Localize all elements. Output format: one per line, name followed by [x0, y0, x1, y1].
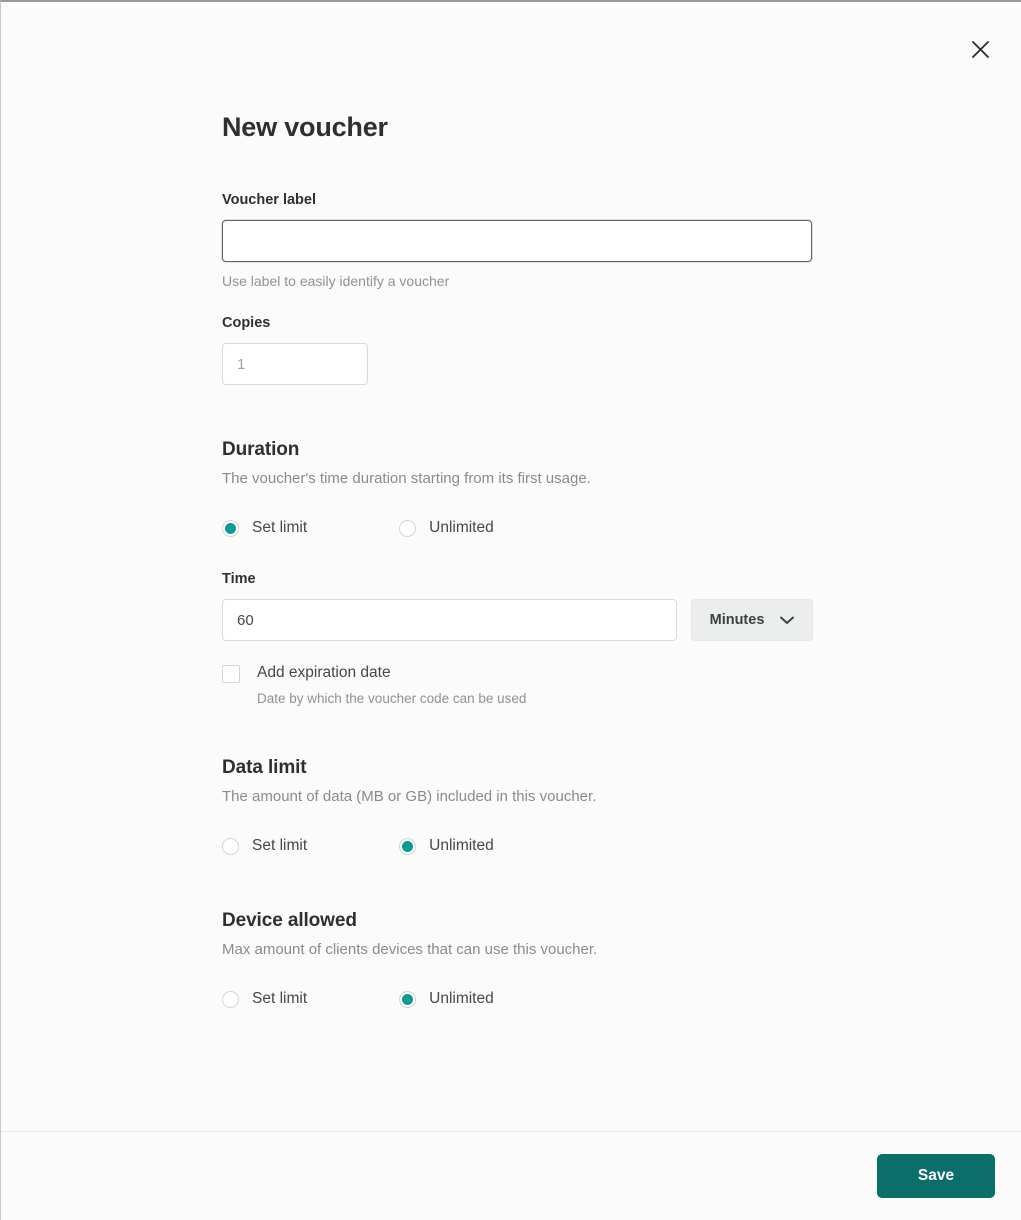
- data-limit-option-unlimited-label: Unlimited: [429, 837, 494, 854]
- time-input[interactable]: [222, 599, 677, 641]
- duration-option-set-limit[interactable]: Set limit: [222, 518, 307, 538]
- data-limit-title: Data limit: [222, 757, 307, 778]
- device-allowed-description: Max amount of clients devices that can u…: [222, 941, 598, 958]
- duration-option-set-limit-label: Set limit: [252, 519, 308, 536]
- voucher-label-input[interactable]: [222, 220, 812, 262]
- radio-icon-empty[interactable]: [222, 837, 239, 855]
- data-limit-option-unlimited[interactable]: Unlimited: [399, 836, 494, 856]
- time-caption: Time: [222, 571, 256, 587]
- dialog-footer: Save: [1, 1131, 1021, 1220]
- radio-icon-selected[interactable]: [399, 837, 417, 855]
- duration-title: Duration: [222, 439, 300, 460]
- device-allowed-radio-group: Set limit Unlimited: [222, 989, 862, 1009]
- time-field: Time Minutes: [222, 570, 862, 708]
- duration-radio-group: Set limit Unlimited: [222, 518, 862, 538]
- expiration-date-help: Date by which the voucher code can be us…: [257, 691, 527, 706]
- radio-icon-empty[interactable]: [399, 519, 417, 537]
- radio-icon-selected[interactable]: [222, 519, 239, 537]
- save-button[interactable]: Save: [877, 1154, 995, 1198]
- expiration-date-label: Add expiration date: [257, 664, 391, 681]
- close-button[interactable]: [963, 32, 997, 66]
- copies-input[interactable]: [222, 343, 368, 385]
- device-allowed-section: Device allowed Max amount of clients dev…: [222, 908, 862, 1009]
- expiration-date-checkbox[interactable]: [222, 665, 240, 683]
- time-unit-select[interactable]: Minutes: [691, 599, 813, 641]
- time-unit-value: Minutes: [709, 612, 765, 628]
- device-allowed-option-unlimited[interactable]: Unlimited: [399, 989, 494, 1009]
- radio-icon-empty[interactable]: [222, 990, 239, 1008]
- chevron-down-icon: [780, 616, 795, 625]
- voucher-label-caption: Voucher label: [222, 192, 317, 208]
- expiration-date-text: Add expiration date Date by which the vo…: [257, 663, 526, 708]
- device-allowed-option-unlimited-label: Unlimited: [429, 990, 494, 1007]
- device-allowed-option-set-limit[interactable]: Set limit: [222, 989, 307, 1009]
- close-icon: [971, 40, 990, 59]
- copies-caption: Copies: [222, 315, 271, 331]
- dialog-body: New voucher Voucher label Use label to e…: [1, 2, 1021, 1131]
- data-limit-radio-group: Set limit Unlimited: [222, 836, 862, 856]
- device-allowed-title: Device allowed: [222, 910, 357, 931]
- expiration-date-row[interactable]: Add expiration date Date by which the vo…: [222, 663, 862, 708]
- radio-icon-selected[interactable]: [399, 990, 417, 1008]
- duration-option-unlimited[interactable]: Unlimited: [399, 518, 494, 538]
- voucher-label-field: Voucher label Use label to easily identi…: [222, 191, 862, 290]
- dialog-content: New voucher Voucher label Use label to e…: [222, 2, 862, 1009]
- page-title: New voucher: [222, 112, 388, 142]
- copies-field: Copies: [222, 314, 862, 385]
- duration-description: The voucher's time duration starting fro…: [222, 470, 591, 487]
- duration-option-unlimited-label: Unlimited: [429, 519, 494, 536]
- new-voucher-dialog: New voucher Voucher label Use label to e…: [0, 0, 1021, 1220]
- data-limit-option-set-limit[interactable]: Set limit: [222, 836, 307, 856]
- data-limit-option-set-limit-label: Set limit: [252, 837, 308, 854]
- data-limit-description: The amount of data (MB or GB) included i…: [222, 788, 597, 805]
- device-allowed-option-set-limit-label: Set limit: [252, 990, 308, 1007]
- voucher-label-help: Use label to easily identify a voucher: [222, 273, 450, 289]
- time-row: Minutes: [222, 599, 862, 641]
- duration-section: Duration The voucher's time duration sta…: [222, 437, 862, 708]
- data-limit-section: Data limit The amount of data (MB or GB)…: [222, 755, 862, 856]
